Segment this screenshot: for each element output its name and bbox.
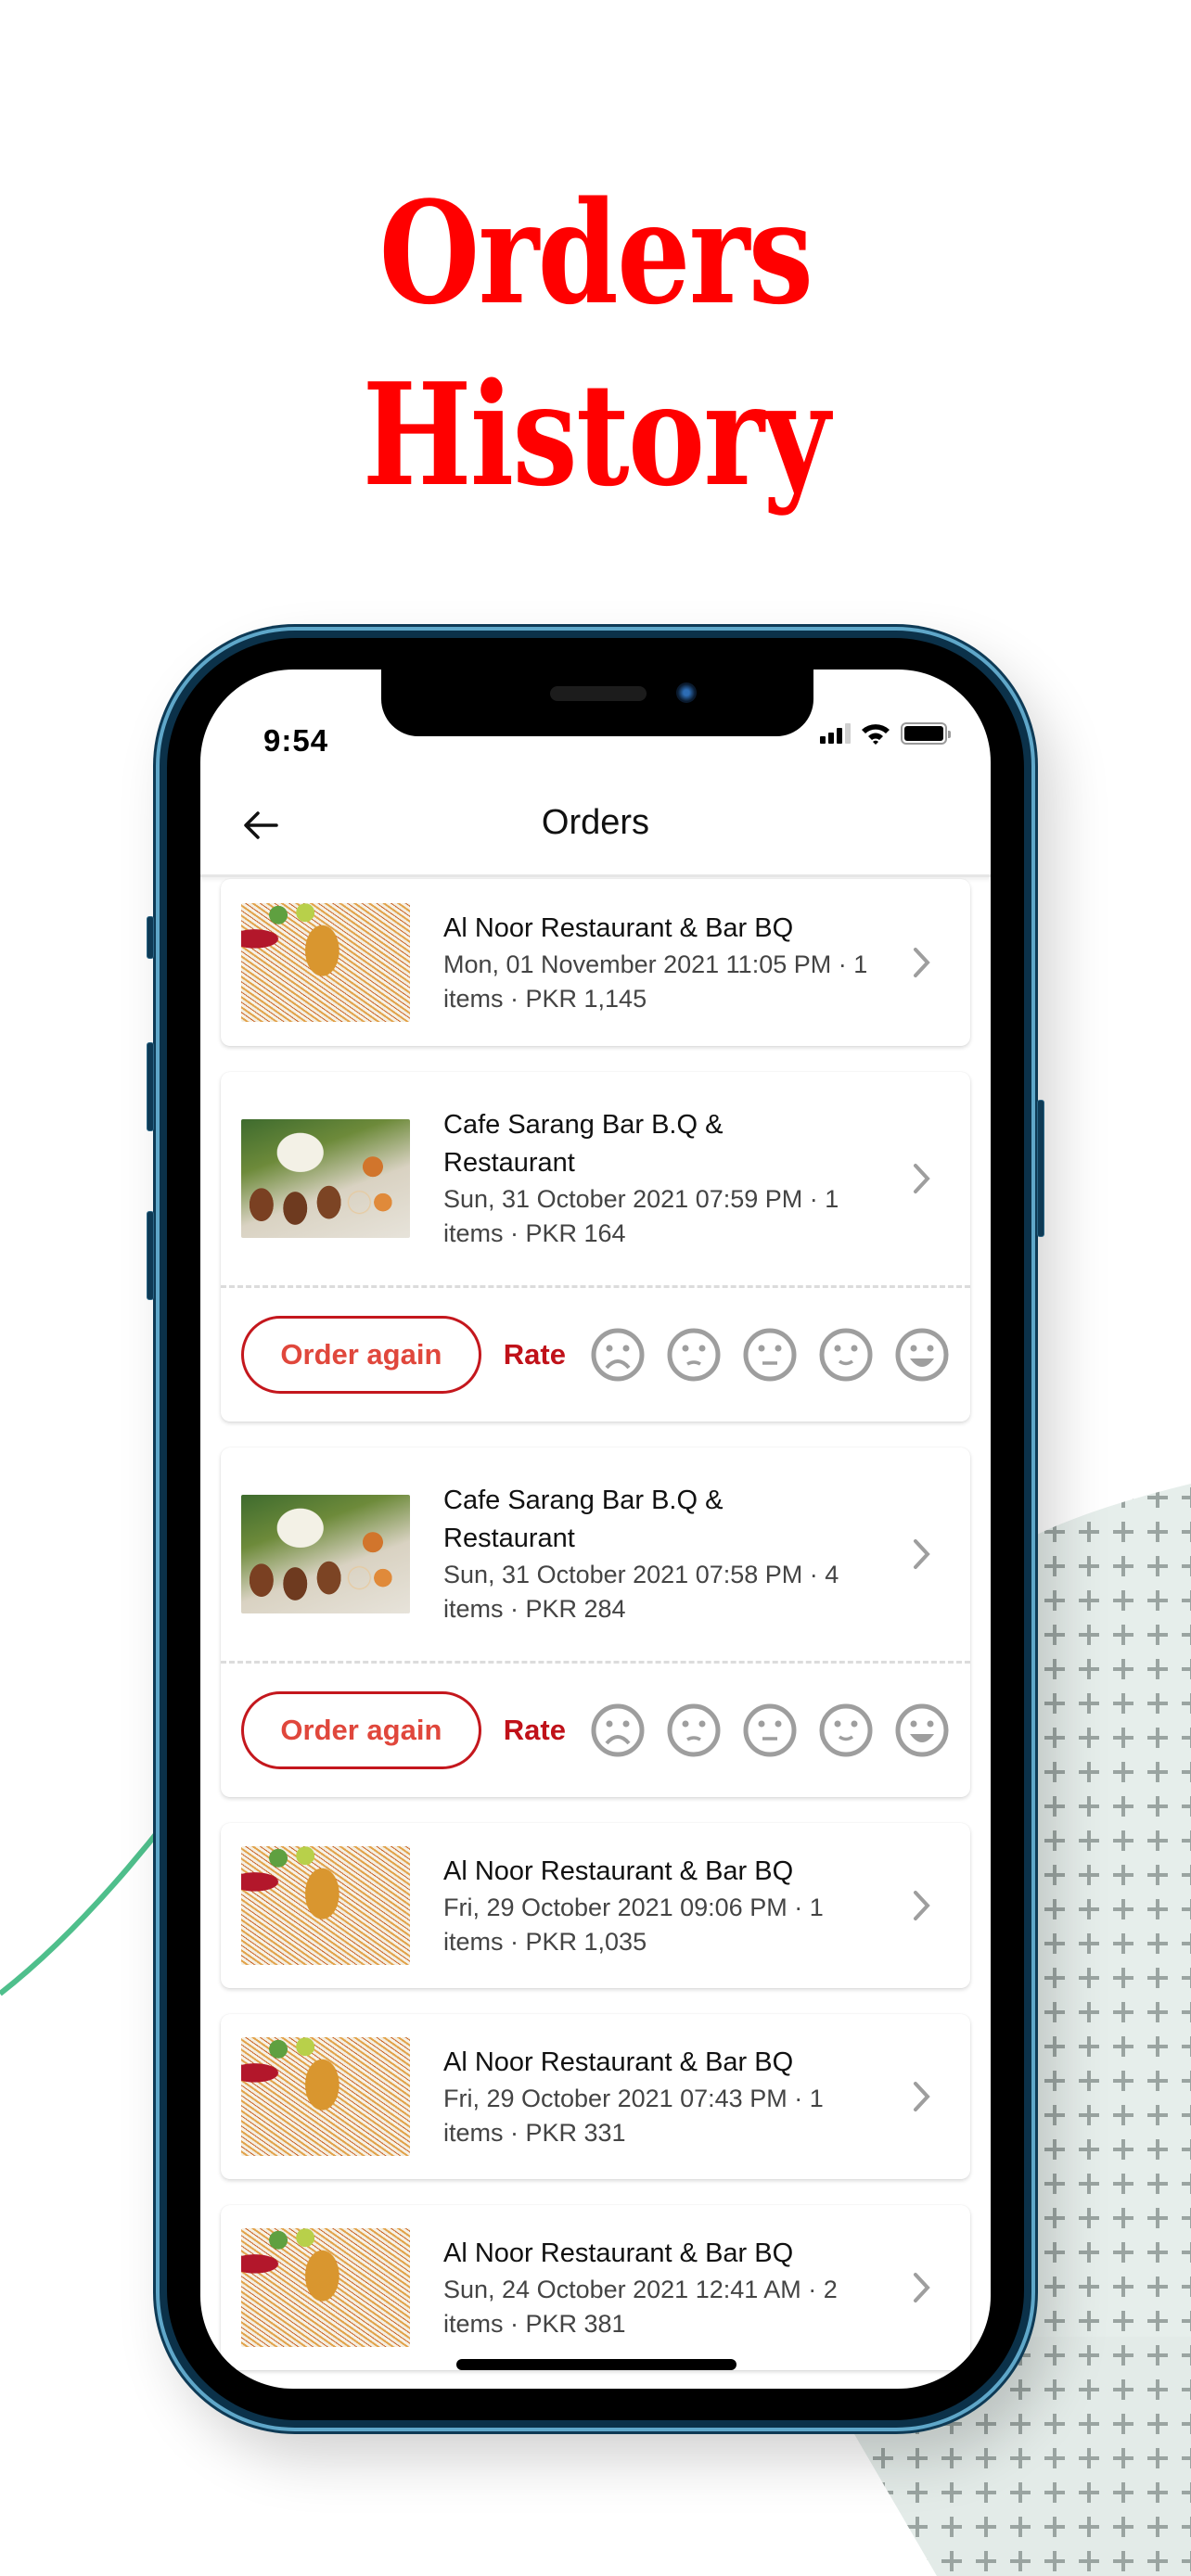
order-meta: Sun, 24 October 2021 12:41 AM · 2 items … xyxy=(443,2275,838,2338)
restaurant-image xyxy=(241,1119,410,1238)
neutral-face-icon[interactable] xyxy=(742,1702,798,1758)
rate-label: Rate xyxy=(503,1338,566,1371)
rating-faces xyxy=(590,1327,950,1383)
chevron-right-icon[interactable] xyxy=(907,1887,935,1924)
restaurant-name: Cafe Sarang Bar B.Q & Restaurant xyxy=(443,1486,724,1553)
order-again-button[interactable]: Order again xyxy=(241,1316,481,1394)
rating-faces xyxy=(590,1702,950,1758)
phone-screen: 9:54 Orders Al Noor Restaurant & Bar BQ … xyxy=(200,670,991,2389)
order-card[interactable]: Cafe Sarang Bar B.Q & Restaurant Sun, 31… xyxy=(221,1072,970,1422)
order-card[interactable]: Al Noor Restaurant & Bar BQ Fri, 29 Octo… xyxy=(221,1823,970,1988)
speaker-grille xyxy=(550,686,647,701)
order-summary[interactable]: Al Noor Restaurant & Bar BQ Fri, 29 Octo… xyxy=(221,1823,970,1988)
restaurant-image xyxy=(241,1495,410,1613)
status-time: 9:54 xyxy=(263,723,329,758)
order-meta: Fri, 29 October 2021 07:43 PM · 1 items … xyxy=(443,2084,824,2147)
home-indicator[interactable] xyxy=(456,2359,736,2370)
sad-face-icon[interactable] xyxy=(666,1702,722,1758)
phone-volume-up-button xyxy=(147,1042,154,1131)
restaurant-image xyxy=(241,1846,410,1965)
phone-volume-down-button xyxy=(147,1211,154,1300)
chevron-right-icon[interactable] xyxy=(907,2269,935,2306)
order-meta: Sun, 31 October 2021 07:59 PM · 1 items … xyxy=(443,1185,839,1247)
chevron-right-icon[interactable] xyxy=(907,2078,935,2115)
page-title: Orders xyxy=(541,803,650,842)
order-actions: Order again Rate xyxy=(221,1664,970,1797)
order-again-button[interactable]: Order again xyxy=(241,1691,481,1769)
headline-line-1: Orders xyxy=(378,170,813,336)
orders-list: Al Noor Restaurant & Bar BQ Mon, 01 Nove… xyxy=(221,879,970,2389)
restaurant-image xyxy=(241,2228,410,2347)
happy-face-icon[interactable] xyxy=(818,1327,874,1383)
cellular-signal-icon xyxy=(820,723,851,744)
restaurant-name: Al Noor Restaurant & Bar BQ xyxy=(443,1855,794,1886)
restaurant-name: Al Noor Restaurant & Bar BQ xyxy=(443,2047,794,2077)
restaurant-name: Cafe Sarang Bar B.Q & Restaurant xyxy=(443,1110,724,1178)
order-card[interactable]: Cafe Sarang Bar B.Q & Restaurant Sun, 31… xyxy=(221,1447,970,1797)
app-header: Orders xyxy=(200,772,991,877)
restaurant-image xyxy=(241,2037,410,2156)
very-happy-face-icon[interactable] xyxy=(894,1702,950,1758)
order-meta: Fri, 29 October 2021 09:06 PM · 1 items … xyxy=(443,1893,824,1956)
chevron-right-icon[interactable] xyxy=(907,1160,935,1197)
order-summary[interactable]: Al Noor Restaurant & Bar BQ Fri, 29 Octo… xyxy=(221,2014,970,2179)
chevron-right-icon[interactable] xyxy=(907,1536,935,1573)
phone-silent-switch xyxy=(147,916,154,959)
very-happy-face-icon[interactable] xyxy=(894,1327,950,1383)
very-sad-face-icon[interactable] xyxy=(590,1702,646,1758)
happy-face-icon[interactable] xyxy=(818,1702,874,1758)
restaurant-name: Al Noor Restaurant & Bar BQ xyxy=(443,912,794,943)
order-card[interactable]: Al Noor Restaurant & Bar BQ Fri, 29 Octo… xyxy=(221,2014,970,2179)
order-summary[interactable]: Cafe Sarang Bar B.Q & Restaurant Sun, 31… xyxy=(221,1072,970,1285)
phone-power-button xyxy=(1037,1100,1044,1237)
promo-headline: Orders History xyxy=(108,162,1084,526)
order-summary[interactable]: Al Noor Restaurant & Bar BQ Sun, 24 Octo… xyxy=(221,2205,970,2370)
front-camera xyxy=(676,682,697,703)
sad-face-icon[interactable] xyxy=(666,1327,722,1383)
chevron-right-icon[interactable] xyxy=(907,944,935,981)
wifi-icon xyxy=(862,724,890,745)
phone-mockup: 9:54 Orders Al Noor Restaurant & Bar BQ … xyxy=(147,627,1044,2431)
order-meta: Mon, 01 November 2021 11:05 PM · 1 items… xyxy=(443,950,868,1013)
order-meta: Sun, 31 October 2021 07:58 PM · 4 items … xyxy=(443,1561,839,1623)
battery-icon xyxy=(901,722,951,745)
status-icons xyxy=(820,721,951,746)
restaurant-image xyxy=(241,903,410,1022)
neutral-face-icon[interactable] xyxy=(742,1327,798,1383)
phone-notch xyxy=(381,670,813,736)
headline-line-2: History xyxy=(362,351,830,517)
order-card[interactable]: Al Noor Restaurant & Bar BQ Mon, 01 Nove… xyxy=(221,879,970,1046)
order-summary[interactable]: Cafe Sarang Bar B.Q & Restaurant Sun, 31… xyxy=(221,1447,970,1661)
order-card[interactable]: Al Noor Restaurant & Bar BQ Sun, 24 Octo… xyxy=(221,2205,970,2370)
order-summary[interactable]: Al Noor Restaurant & Bar BQ Mon, 01 Nove… xyxy=(221,879,970,1046)
restaurant-name: Al Noor Restaurant & Bar BQ xyxy=(443,2238,794,2268)
rate-label: Rate xyxy=(503,1714,566,1746)
order-actions: Order again Rate xyxy=(221,1288,970,1422)
very-sad-face-icon[interactable] xyxy=(590,1327,646,1383)
